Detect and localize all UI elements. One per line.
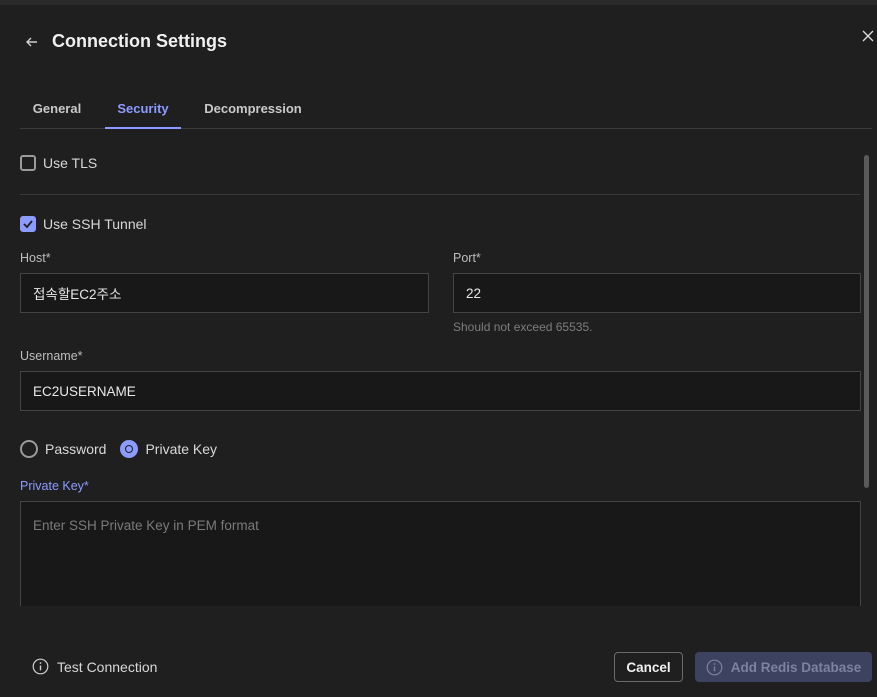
use-ssh-checkbox-row[interactable]: Use SSH Tunnel [20,216,147,232]
tab-general[interactable]: General [20,90,94,127]
security-form: Use TLS Use SSH Tunnel Host* 접속할EC2주소 Po… [20,128,862,606]
check-icon [23,220,33,229]
tab-decompression[interactable]: Decompression [193,90,313,127]
private-key-label: Private Key* [20,479,89,493]
private-key-radio-option[interactable]: Private Key [120,440,217,458]
add-redis-database-button[interactable]: Add Redis Database [695,652,872,682]
username-input[interactable]: EC2USERNAME [20,371,861,411]
window-top-bar [0,0,877,5]
settings-tabs: General Security Decompression [20,90,872,129]
port-hint: Should not exceed 65535. [453,320,593,334]
radio-dot [125,445,134,453]
host-input[interactable]: 접속할EC2주소 [20,273,429,313]
modal-header: Connection Settings [0,22,877,62]
add-redis-database-label: Add Redis Database [730,659,862,675]
port-label: Port* [453,251,481,265]
test-connection-button[interactable]: Test Connection [32,658,157,675]
form-scrollbar[interactable] [862,150,870,606]
private-key-textarea[interactable]: Enter SSH Private Key in PEM format [20,501,861,606]
use-tls-checkbox[interactable] [20,155,36,171]
use-ssh-label: Use SSH Tunnel [43,216,147,232]
use-tls-label: Use TLS [43,155,98,171]
password-radio[interactable] [20,440,38,458]
use-tls-checkbox-row[interactable]: Use TLS [20,155,97,171]
page-title: Connection Settings [52,31,227,51]
username-label: Username* [20,349,83,363]
private-key-radio-label: Private Key [145,441,218,457]
host-label: Host* [20,251,51,265]
scrollbar-thumb[interactable] [864,155,869,488]
port-input[interactable]: 22 [453,273,861,313]
info-icon [32,658,49,675]
info-icon [706,659,723,675]
tab-security[interactable]: Security [105,90,181,129]
back-arrow-icon[interactable] [22,32,42,52]
radio-dot-inner [126,446,133,452]
cancel-button[interactable]: Cancel [614,652,683,682]
use-ssh-checkbox[interactable] [20,216,36,232]
auth-method-radio-group: Password Private Key [20,440,231,458]
password-radio-option[interactable]: Password [20,440,106,458]
test-connection-label: Test Connection [57,658,158,675]
modal-footer: Test Connection Cancel Add Redis Databas… [0,640,877,697]
close-icon[interactable] [860,28,876,44]
private-key-radio[interactable] [120,440,139,458]
section-divider [20,194,860,195]
password-radio-label: Password [45,441,107,457]
